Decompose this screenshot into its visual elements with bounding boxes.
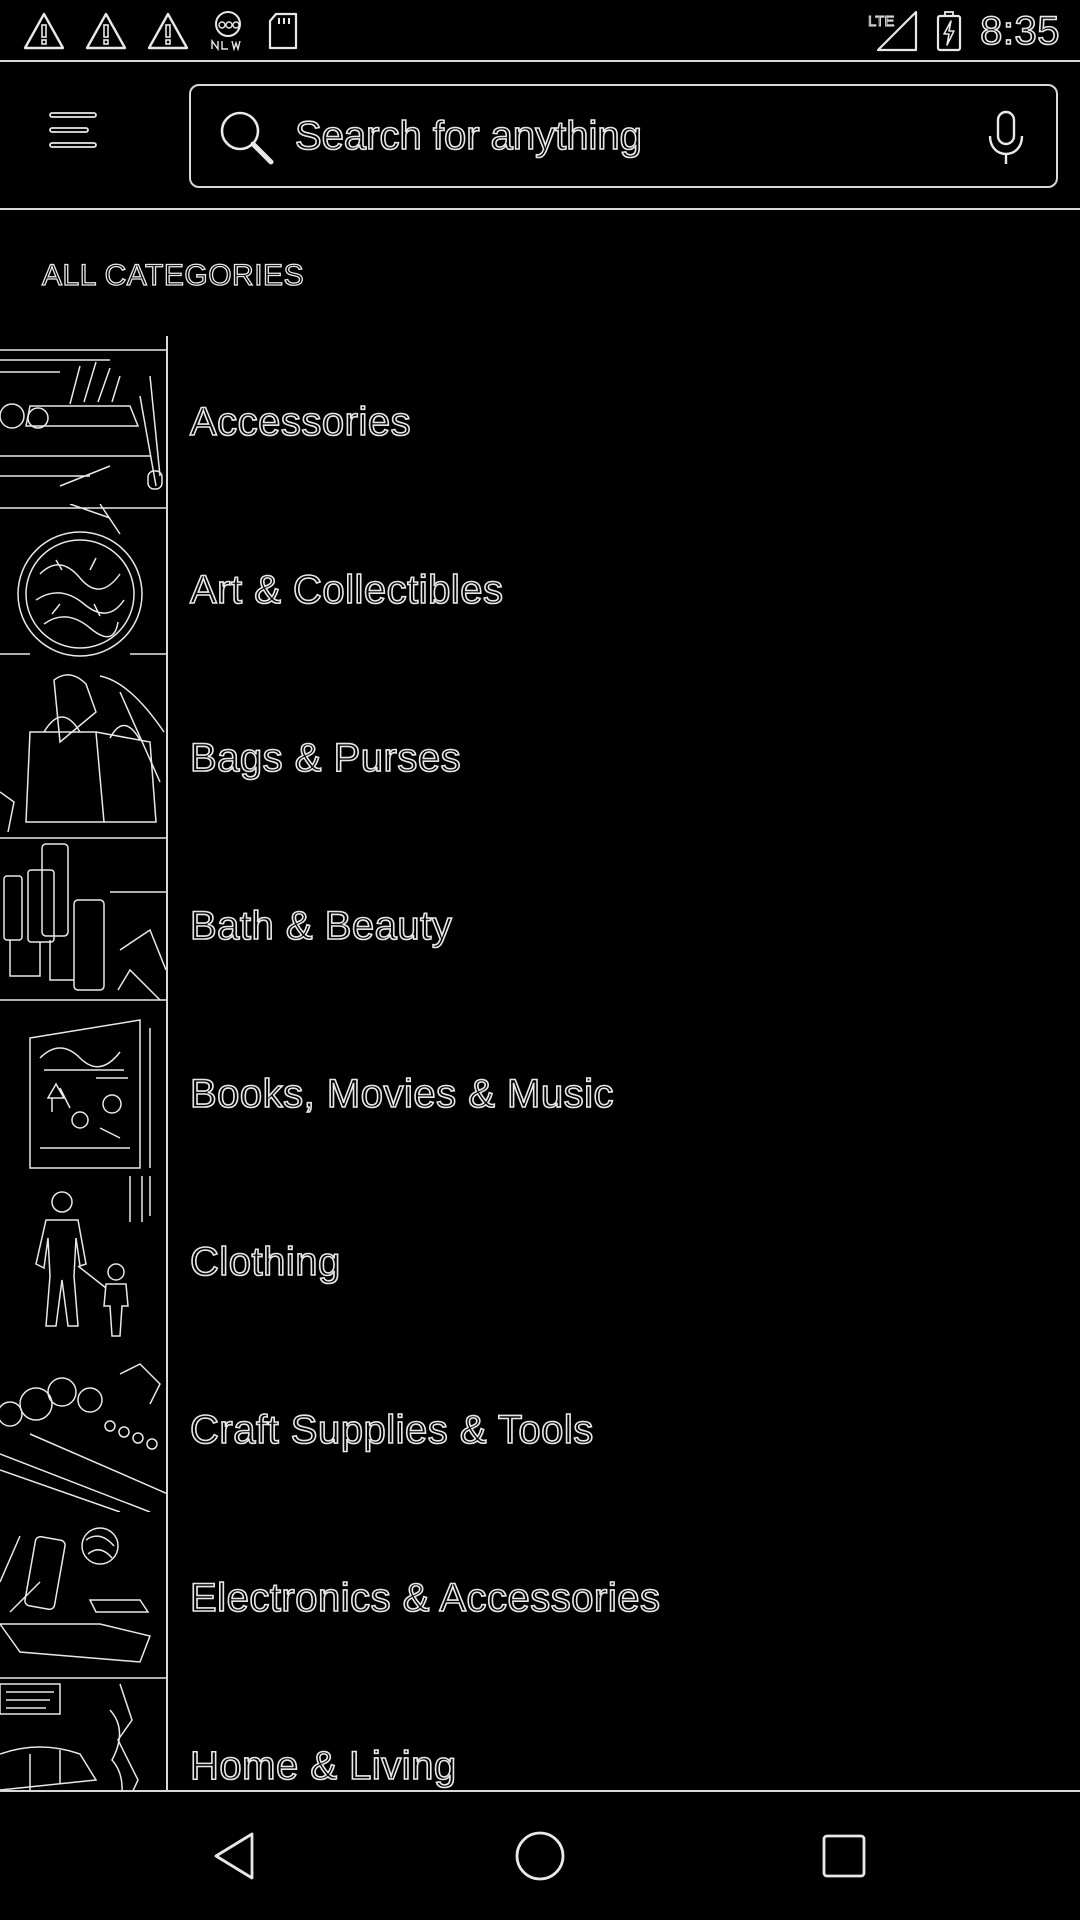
section-heading: ALL CATEGORIES: [41, 258, 305, 292]
category-row-bath-beauty[interactable]: Bath & Beauty: [0, 840, 1080, 1008]
navigation-bar: [0, 1792, 1080, 1920]
category-row-clothing[interactable]: Clothing: [0, 1176, 1080, 1344]
status-time: 8:35: [979, 8, 1060, 54]
sd-card-icon: [266, 11, 300, 51]
home-living-thumbnail: [0, 1680, 168, 1790]
category-row-art-collectibles[interactable]: Art & Collectibles: [0, 504, 1080, 672]
category-list: Accessories Art & Collectibles Bags & Pu…: [0, 336, 1080, 1792]
search-bar[interactable]: [189, 84, 1058, 188]
bags-purses-thumbnail: [0, 672, 168, 840]
microphone-icon[interactable]: [986, 110, 1026, 171]
warning-icon: [146, 11, 190, 51]
abc-news-icon: [208, 9, 248, 53]
books-movies-music-thumbnail: [0, 1008, 168, 1176]
category-label: Art & Collectibles: [189, 567, 504, 613]
clothing-thumbnail: [0, 1176, 168, 1344]
category-row-craft-supplies-tools[interactable]: Craft Supplies & Tools: [0, 1344, 1080, 1512]
electronics-thumbnail: [0, 1512, 168, 1680]
craft-supplies-thumbnail: [0, 1344, 168, 1512]
bath-beauty-thumbnail: [0, 840, 168, 1008]
category-row-books-movies-music[interactable]: Books, Movies & Music: [0, 1008, 1080, 1176]
art-collectibles-thumbnail: [0, 504, 168, 672]
home-circle-icon[interactable]: [504, 1820, 576, 1892]
warning-icon: [22, 11, 66, 51]
accessories-thumbnail: [0, 336, 168, 504]
system-status: LTE 8:35: [866, 8, 1061, 54]
back-triangle-icon[interactable]: [200, 1820, 272, 1892]
search-input[interactable]: [295, 106, 935, 166]
category-row-electronics-accessories[interactable]: Electronics & Accessories: [0, 1512, 1080, 1680]
app-bar: [0, 62, 1080, 210]
category-label: Craft Supplies & Tools: [189, 1407, 594, 1453]
category-row-home-living[interactable]: Home & Living: [0, 1680, 1080, 1790]
hamburger-menu-icon[interactable]: [36, 102, 110, 158]
category-label: Home & Living: [189, 1743, 457, 1789]
notification-icons: [22, 8, 300, 54]
svg-text:LTE: LTE: [868, 13, 894, 30]
category-row-bags-purses[interactable]: Bags & Purses: [0, 672, 1080, 840]
category-label: Books, Movies & Music: [189, 1071, 614, 1117]
category-row-accessories[interactable]: Accessories: [0, 336, 1080, 504]
category-label: Bags & Purses: [189, 735, 462, 781]
category-label: Clothing: [189, 1239, 341, 1285]
recents-square-icon[interactable]: [808, 1820, 880, 1892]
warning-icon: [84, 11, 128, 51]
battery-charging-icon: [934, 10, 964, 52]
lte-signal-icon: LTE: [866, 10, 918, 52]
category-label: Accessories: [189, 399, 412, 445]
category-label: Electronics & Accessories: [189, 1575, 661, 1621]
category-label: Bath & Beauty: [189, 903, 453, 949]
status-bar: LTE 8:35: [0, 0, 1080, 62]
search-icon[interactable]: [217, 108, 275, 171]
